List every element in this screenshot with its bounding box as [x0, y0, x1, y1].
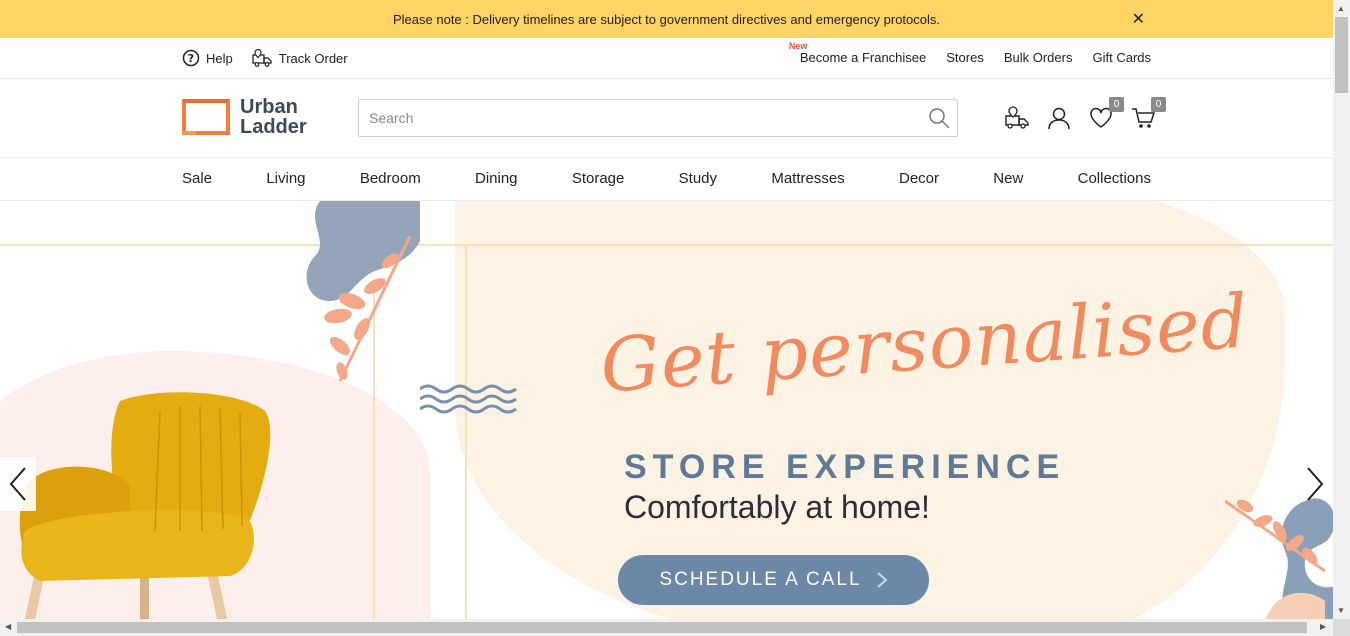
horizontal-scrollbar[interactable]: ◀ ▶ — [0, 619, 1350, 636]
franchisee-label: Become a Franchisee — [799, 50, 927, 65]
announcement-bar: Please note : Delivery timelines are sub… — [0, 0, 1333, 38]
track-order-label: Track Order — [278, 50, 348, 66]
vertical-scrollbar[interactable]: ▲ ▼ — [1333, 0, 1350, 619]
cart-button[interactable]: 0 — [1130, 97, 1166, 131]
bulk-orders-link[interactable]: Bulk Orders — [1004, 50, 1073, 65]
franchisee-link[interactable]: New Become a Franchisee — [789, 41, 927, 65]
nav-item-sale[interactable]: Sale — [182, 170, 212, 187]
armchair-image — [19, 392, 271, 619]
stores-link[interactable]: Stores — [946, 50, 984, 65]
horizontal-scroll-thumb[interactable] — [17, 622, 1307, 633]
nav-item-mattresses[interactable]: Mattresses — [771, 170, 844, 187]
nav-item-new[interactable]: New — [993, 170, 1023, 187]
scroll-left-arrow-icon[interactable]: ◀ — [5, 622, 11, 631]
gift-cards-link[interactable]: Gift Cards — [1092, 50, 1151, 65]
chevron-right-icon — [876, 572, 888, 588]
scroll-up-arrow-icon[interactable]: ▲ — [1337, 4, 1345, 13]
scroll-right-arrow-icon[interactable]: ▶ — [1320, 622, 1326, 631]
schedule-call-button[interactable]: SCHEDULE A CALL — [618, 555, 929, 605]
help-link[interactable]: ? Help — [182, 49, 233, 67]
hero-subheading: STORE EXPERIENCE — [624, 448, 1066, 486]
announcement-text: Please note : Delivery timelines are sub… — [393, 11, 940, 27]
store-locator-button[interactable] — [1004, 105, 1030, 131]
svg-text:?: ? — [188, 52, 194, 65]
site-header: Urban Ladder 0 0 — [0, 79, 1333, 158]
nav-item-living[interactable]: Living — [266, 170, 305, 187]
nav-item-decor[interactable]: Decor — [899, 170, 939, 187]
hero-tagline: Comfortably at home! — [624, 489, 930, 525]
help-label: Help — [206, 50, 233, 66]
nav-item-storage[interactable]: Storage — [572, 170, 625, 187]
hero-frame-line — [0, 244, 1333, 246]
cart-count-badge: 0 — [1151, 97, 1166, 112]
main-nav: Sale Living Bedroom Dining Storage Study… — [0, 158, 1333, 201]
logo[interactable]: Urban Ladder — [182, 97, 307, 137]
user-icon — [1048, 107, 1070, 130]
scrollbar-corner — [1333, 619, 1350, 636]
store-locator-icon — [1005, 106, 1029, 129]
track-order-icon — [252, 48, 272, 67]
wave-decoration-icon — [420, 384, 517, 414]
schedule-call-label: SCHEDULE A CALL — [659, 569, 862, 590]
carousel-prev-button[interactable] — [0, 457, 36, 511]
nav-item-collections[interactable]: Collections — [1078, 170, 1151, 187]
logo-text-line2: Ladder — [240, 116, 307, 138]
logo-mark-icon — [182, 99, 230, 135]
wishlist-button[interactable]: 0 — [1088, 97, 1124, 131]
search-icon[interactable] — [927, 106, 951, 130]
chevron-right-icon — [1307, 467, 1324, 501]
vertical-scroll-thumb[interactable] — [1335, 17, 1348, 93]
track-order-link[interactable]: Track Order — [251, 48, 348, 68]
search-box — [358, 99, 958, 137]
nav-item-bedroom[interactable]: Bedroom — [360, 170, 421, 187]
hero-banner[interactable]: Get personalised STORE EXPERIENCE Comfor… — [0, 201, 1333, 619]
chevron-left-icon — [9, 467, 26, 501]
nav-item-study[interactable]: Study — [679, 170, 717, 187]
carousel-next-button[interactable] — [1297, 457, 1333, 511]
account-button[interactable] — [1046, 105, 1072, 131]
logo-text-line1: Urban — [240, 96, 298, 118]
wishlist-count-badge: 0 — [1109, 97, 1124, 112]
nav-item-dining[interactable]: Dining — [475, 170, 518, 187]
leaf-decoration-icon — [306, 201, 420, 382]
new-badge: New — [788, 41, 808, 51]
utility-bar: ? Help Track Order New Become a Franchis… — [0, 38, 1333, 79]
scroll-down-arrow-icon[interactable]: ▼ — [1337, 606, 1345, 615]
close-icon[interactable]: ✕ — [1132, 9, 1145, 29]
hero-frame-line — [465, 244, 467, 619]
search-input[interactable] — [359, 100, 919, 136]
help-icon: ? — [182, 49, 200, 67]
